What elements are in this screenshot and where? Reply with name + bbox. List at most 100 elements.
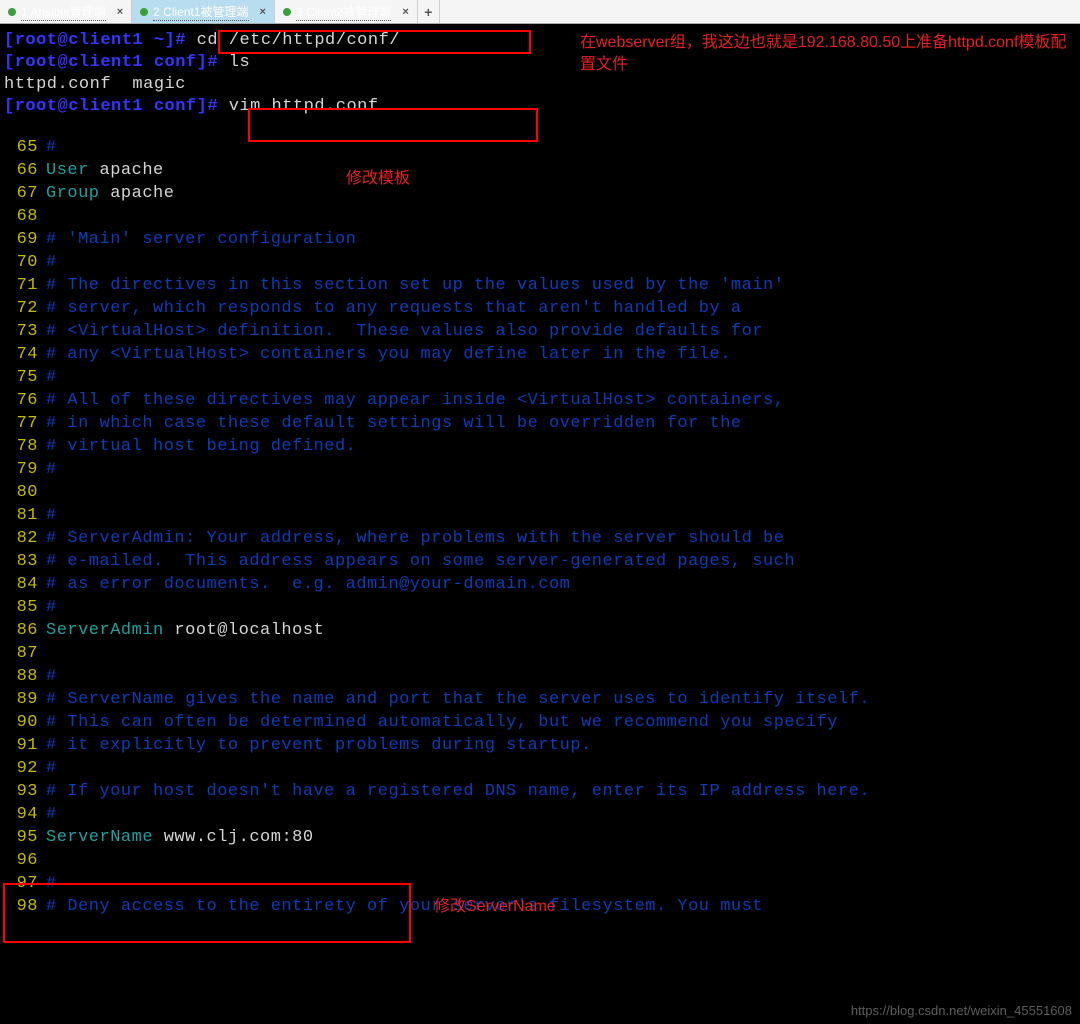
line-number: 81 (4, 504, 38, 527)
close-icon[interactable]: × (117, 6, 123, 18)
editor-line: 76 # All of these directives may appear i… (4, 389, 1076, 412)
highlight-box-cd (218, 30, 531, 54)
close-icon[interactable]: × (402, 6, 408, 18)
line-number: 85 (4, 596, 38, 619)
editor-line: 75# (4, 366, 1076, 389)
editor-line: 93 # If your host doesn't have a register… (4, 780, 1076, 803)
editor-line: 72 # server, which responds to any reques… (4, 297, 1076, 320)
line-number: 70 (4, 251, 38, 274)
editor-line: 91 # it explicitly to prevent problems du… (4, 734, 1076, 757)
editor-line: 77# in which case these default settings… (4, 412, 1076, 435)
editor-line: 68 (4, 205, 1076, 228)
line-content: # e-mailed. This address appears on some… (46, 550, 795, 573)
editor-line: 86 ServerAdmin root@localhost (4, 619, 1076, 642)
line-number: 69 (4, 228, 38, 251)
line-number: 78 (4, 435, 38, 458)
editor-line: 92 # (4, 757, 1076, 780)
line-number: 65 (4, 136, 38, 159)
editor-line: 95 ServerName www.clj.com:80 (4, 826, 1076, 849)
editor-line: 88 # (4, 665, 1076, 688)
new-tab-button[interactable]: + (418, 0, 440, 23)
line-content: # (46, 504, 57, 527)
status-dot-icon (8, 8, 16, 16)
line-number: 96 (4, 849, 38, 872)
line-number: 67 (4, 182, 38, 205)
terminal[interactable]: [root@client1 ~]# cd /etc/httpd/conf/[ro… (0, 24, 1080, 924)
line-number: 92 (4, 757, 38, 780)
line-content: # ServerAdmin: Your address, where probl… (46, 527, 784, 550)
tab-label: 1 Ansible管理端 (21, 3, 106, 21)
line-content: # (46, 458, 57, 481)
editor-line: 90# This can often be determined automat… (4, 711, 1076, 734)
line-number: 68 (4, 205, 38, 228)
status-dot-icon (283, 8, 291, 16)
line-number: 88 (4, 665, 38, 688)
line-content: # All of these directives may appear ins… (46, 389, 784, 412)
line-content: ServerAdmin root@localhost (46, 619, 324, 642)
editor-line: 79 # (4, 458, 1076, 481)
line-number: 71 (4, 274, 38, 297)
line-number: 74 (4, 343, 38, 366)
line-number: 76 (4, 389, 38, 412)
editor-line: 96 (4, 849, 1076, 872)
vim-editor[interactable]: 65 #66 User apache67Group apache6869 # 'Mai… (4, 136, 1076, 918)
annotation-mid: 修改模板 (346, 168, 410, 190)
editor-line: 80 (4, 481, 1076, 504)
editor-line: 78 # virtual host being defined. (4, 435, 1076, 458)
line-content: # If your host doesn't have a registered… (46, 780, 870, 803)
line-number: 80 (4, 481, 38, 504)
line-content: # (46, 757, 57, 780)
line-content: # server, which responds to any requests… (46, 297, 742, 320)
line-number: 66 (4, 159, 38, 182)
line-content: User apache (46, 159, 164, 182)
editor-line: 67Group apache (4, 182, 1076, 205)
editor-line: 82 # ServerAdmin: Your address, where pro… (4, 527, 1076, 550)
tab-label: 2 Client1被管理端 (153, 3, 248, 21)
tab-2[interactable]: 2 Client1被管理端 × (132, 0, 275, 23)
line-number: 82 (4, 527, 38, 550)
line-content: # <VirtualHost> definition. These values… (46, 320, 763, 343)
line-number: 89 (4, 688, 38, 711)
line-number: 84 (4, 573, 38, 596)
editor-line: 69 # 'Main' server configuration (4, 228, 1076, 251)
line-content: # ServerName gives the name and port tha… (46, 688, 870, 711)
line-number: 72 (4, 297, 38, 320)
line-number: 75 (4, 366, 38, 389)
line-content: ServerName www.clj.com:80 (46, 826, 314, 849)
line-number: 91 (4, 734, 38, 757)
editor-line: 73# <VirtualHost> definition. These valu… (4, 320, 1076, 343)
line-number: 93 (4, 780, 38, 803)
line-content: # The directives in this section set up … (46, 274, 784, 297)
line-number: 86 (4, 619, 38, 642)
line-number: 87 (4, 642, 38, 665)
line-content: # it explicitly to prevent problems duri… (46, 734, 592, 757)
editor-line: 65 # (4, 136, 1076, 159)
line-content: # 'Main' server configuration (46, 228, 356, 251)
line-content: # (46, 803, 57, 826)
editor-line: 84# as error documents. e.g. admin@your-… (4, 573, 1076, 596)
line-content: # virtual host being defined. (46, 435, 356, 458)
tab-bar: 1 Ansible管理端×2 Client1被管理端×3 Client2被管理端… (0, 0, 1080, 24)
line-number: 94 (4, 803, 38, 826)
editor-line: 81 # (4, 504, 1076, 527)
tab-3[interactable]: 3 Client2被管理端 × (275, 0, 418, 23)
annotation-right: 在webserver组，我这边也就是192.168.80.50上准备httpd.… (580, 32, 1070, 76)
tab-label: 3 Client2被管理端 (296, 3, 391, 21)
line-content: # (46, 136, 57, 159)
line-content: # any <VirtualHost> containers you may d… (46, 343, 731, 366)
line-content: # (46, 665, 57, 688)
line-number: 83 (4, 550, 38, 573)
editor-line: 89 # ServerName gives the name and port t… (4, 688, 1076, 711)
annotation-bottom: 修改ServerName (434, 896, 556, 918)
tab-1[interactable]: 1 Ansible管理端 × (0, 0, 132, 23)
close-icon[interactable]: × (260, 6, 266, 18)
editor-line: 83 # e-mailed. This address appears on so… (4, 550, 1076, 573)
line-number: 79 (4, 458, 38, 481)
editor-line: 87 (4, 642, 1076, 665)
line-content: # This can often be determined automatic… (46, 711, 838, 734)
line-number: 95 (4, 826, 38, 849)
editor-line: 94 # (4, 803, 1076, 826)
status-dot-icon (140, 8, 148, 16)
editor-line: 66 User apache (4, 159, 1076, 182)
ls-output: httpd.conf magic (4, 74, 1076, 96)
